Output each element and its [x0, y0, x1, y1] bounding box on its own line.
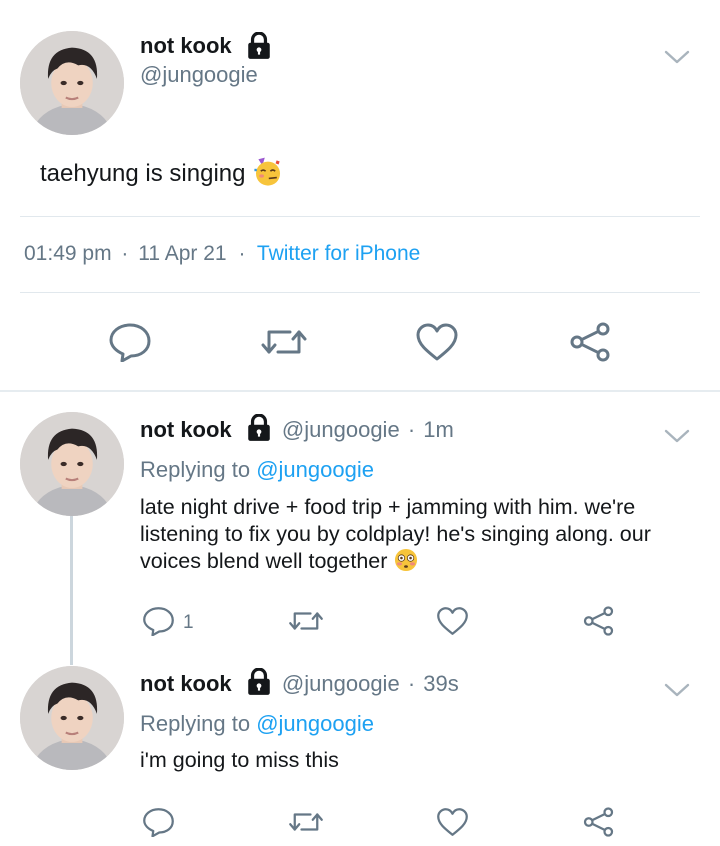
- display-name[interactable]: not kook: [140, 417, 232, 442]
- time-separator: ·: [407, 671, 416, 696]
- reply-text-line: voices blend well together: [140, 549, 388, 573]
- reply-text-line: i'm going to miss this: [140, 748, 339, 772]
- reply-text-line: late night drive + food trip + jamming w…: [140, 495, 636, 519]
- reply-text-line: listening to fix you by coldplay! he's s…: [140, 522, 651, 546]
- tweet-meta: 01:49 pm · 11 Apr 21 · Twitter for iPhon…: [24, 242, 420, 266]
- handle[interactable]: @jungoogie: [282, 417, 400, 442]
- retweet-icon[interactable]: [260, 322, 308, 362]
- replying-to: Replying to @jungoogie: [140, 457, 374, 483]
- chevron-down-icon[interactable]: [664, 682, 690, 698]
- reply-text: i'm going to miss this: [140, 747, 339, 774]
- lock-icon: [246, 32, 272, 60]
- reply-author-line: not kook @jungoogie · 1m: [140, 417, 454, 443]
- meta-separator: ·: [238, 242, 246, 265]
- avatar[interactable]: [20, 412, 124, 516]
- replying-to: Replying to @jungoogie: [140, 711, 374, 737]
- reply-icon[interactable]: [142, 606, 175, 636]
- replying-to-link[interactable]: @jungoogie: [256, 457, 374, 482]
- time-separator: ·: [407, 417, 416, 442]
- display-name[interactable]: not kook: [140, 671, 232, 696]
- chevron-down-icon[interactable]: [664, 49, 690, 65]
- handle[interactable]: @jungoogie: [282, 671, 400, 696]
- like-icon[interactable]: [415, 322, 459, 362]
- thread-line: [70, 515, 73, 665]
- lock-icon: [246, 668, 272, 696]
- share-icon[interactable]: [582, 807, 615, 837]
- like-icon[interactable]: [436, 606, 469, 636]
- retweet-icon[interactable]: [288, 606, 324, 636]
- share-icon[interactable]: [582, 606, 615, 636]
- handle[interactable]: @jungoogie: [140, 62, 258, 88]
- divider: [20, 292, 700, 293]
- tweet-text: taehyung is singing: [40, 160, 284, 188]
- lock-icon: [246, 414, 272, 442]
- reply-author-line: not kook @jungoogie · 39s: [140, 671, 459, 697]
- meta-separator: ·: [121, 242, 129, 265]
- replying-prefix: Replying to: [140, 457, 251, 482]
- reply-icon[interactable]: [142, 807, 175, 837]
- flushed-face-emoji: [393, 547, 419, 573]
- avatar[interactable]: [20, 666, 124, 770]
- reply-text-line-last: voices blend well together: [140, 548, 651, 575]
- replying-prefix: Replying to: [140, 711, 251, 736]
- reply-icon[interactable]: [108, 322, 152, 362]
- tweet-text-content: taehyung is singing: [40, 160, 246, 187]
- avatar[interactable]: [20, 31, 124, 135]
- share-icon[interactable]: [568, 322, 612, 362]
- reply-count: 1: [183, 612, 194, 633]
- replying-to-link[interactable]: @jungoogie: [256, 711, 374, 736]
- chevron-down-icon[interactable]: [664, 428, 690, 444]
- like-icon[interactable]: [436, 807, 469, 837]
- display-name[interactable]: not kook: [140, 33, 232, 58]
- tweet-date: 11 Apr 21: [138, 242, 227, 265]
- reply-time: 1m: [423, 417, 454, 442]
- retweet-icon[interactable]: [288, 807, 324, 837]
- party-face-emoji: [252, 156, 284, 188]
- section-divider: [0, 390, 720, 392]
- reply-text: late night drive + food trip + jamming w…: [140, 494, 651, 575]
- reply-time: 39s: [423, 671, 459, 696]
- author-line: not kook: [140, 33, 272, 63]
- tweet-time: 01:49 pm: [24, 242, 112, 265]
- tweet-client-link[interactable]: Twitter for iPhone: [257, 242, 420, 265]
- divider: [20, 216, 700, 217]
